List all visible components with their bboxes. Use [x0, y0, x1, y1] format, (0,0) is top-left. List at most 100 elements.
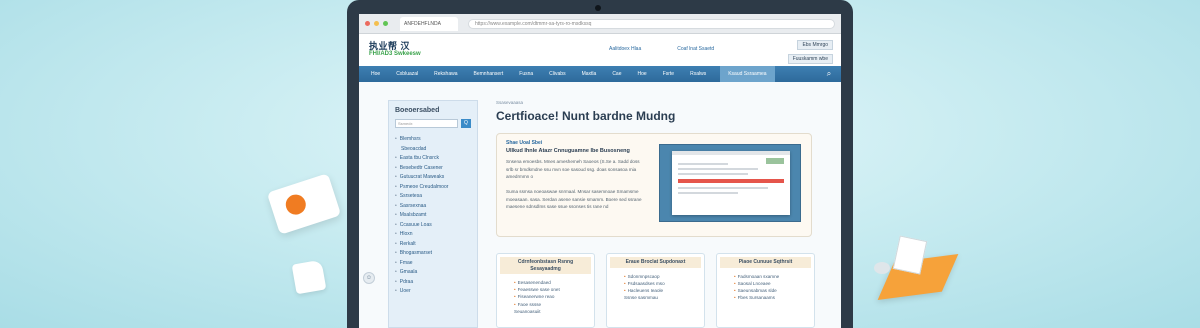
nav-item[interactable]: Hoe [630, 71, 655, 77]
card-list-item[interactable]: • Sdonmnpscaop [624, 273, 701, 280]
header-account-link[interactable]: Ebs Mmrgo [797, 40, 833, 50]
nav-item[interactable]: Rxalws [682, 71, 714, 77]
card-list-item[interactable]: • Faoe sssse [514, 301, 591, 308]
bullet-icon: • [395, 136, 397, 142]
address-bar[interactable]: https://www.example.com/dtmmr-sa-tyrs-ro… [468, 18, 835, 29]
search-icon[interactable]: ⌕ [821, 66, 837, 82]
sidebar-item[interactable]: • Gutuucrat Maweaks [395, 173, 471, 183]
header-link-2[interactable]: Coaf lnat Ssaetd [677, 46, 714, 52]
screenshot-line [678, 192, 738, 194]
bullet-icon: • [514, 294, 516, 300]
card-list-item[interactable]: • Saeunsabmas slde [734, 287, 811, 294]
card-list-item[interactable]: Seuanoasuiit [514, 308, 591, 315]
sidebar-item[interactable]: • Easta tbu Clnsrck [395, 154, 471, 164]
page-title: Certfioace! Nunt bardne Mudng [496, 109, 676, 123]
sidebar-item[interactable]: • Bhogasmarset [395, 249, 471, 259]
clip-decoration [874, 262, 890, 274]
card-list-item[interactable]: • Fsdsaasdses mso [624, 280, 701, 287]
sidebar-item[interactable]: • Pdraa [395, 278, 471, 288]
nav-item[interactable]: Clivabs [541, 71, 573, 77]
bullet-icon: • [734, 287, 736, 293]
nav-item[interactable]: Hoe [363, 71, 388, 77]
card-list-item[interactable]: • Fadsmoaan sxamne [734, 273, 811, 280]
feature-paragraph: Snsena emoesbs. Mnes ameshemeh Saoeos (S… [506, 159, 640, 179]
close-window-icon[interactable] [365, 21, 370, 26]
bullet-icon: • [395, 174, 397, 180]
screenshot-logo [766, 158, 784, 164]
sidebar-item[interactable]: • Rerkalt [395, 240, 471, 250]
bullet-icon: • [395, 183, 397, 190]
sidebar-item[interactable]: • Ccasuue Loas [395, 221, 471, 231]
feature-label: Shae Uoal Sbei [506, 140, 543, 146]
bullet-icon: • [395, 288, 397, 294]
card-list-item[interactable]: • Hacleuens Ieaole [624, 287, 701, 294]
bullet-icon: • [395, 269, 397, 275]
card-list: • Sdonmnpscaop • Fsdsaasdses mso • Hacleuen… [610, 273, 701, 302]
card-list-item[interactable]: • Eesasenendaed [514, 279, 591, 286]
sidebar-item[interactable]: Sbeoacdad [395, 145, 471, 155]
sidebar-item-label: Psmeoe Creudalmoor [399, 183, 449, 190]
sidebar-item[interactable]: • Hloxn [395, 230, 471, 240]
sidebar-item-label: Pdraa [399, 278, 414, 285]
card-list-item[interactable]: • Feaesswe sase onet [514, 286, 591, 293]
screenshot-window [672, 151, 790, 215]
sidebar-item-label: Easta tbu Clnsrck [399, 155, 439, 161]
sidebar-item[interactable]: • Besebedtr Casener [395, 164, 471, 174]
sidebar-item-label: Sasrsexnaa [399, 202, 427, 209]
breadcrumb[interactable]: Ssasevaaasa [496, 100, 816, 105]
nav-item[interactable]: Fusna [511, 71, 541, 77]
sidebar-search-input[interactable]: Ssmedx [395, 119, 458, 128]
minimize-window-icon[interactable] [374, 21, 379, 26]
feedback-icon[interactable]: ☺ [363, 272, 375, 284]
site-logo[interactable]: 执业帮 汉 FHI/AD3 Swkeesw [369, 42, 421, 58]
browser-tab[interactable]: ANFDEHFLNDA [400, 16, 458, 31]
sidebar-item[interactable]: • Psmeoe Creudalmoor [395, 183, 471, 193]
card-list-item[interactable]: • Fiseanerwne reao [514, 293, 591, 300]
header-action-link[interactable]: Fuuskamm wbe [787, 54, 833, 64]
sidebar-item-label: Uoer [399, 288, 411, 294]
nav-item[interactable]: Bemnhansert [466, 71, 512, 77]
screenshot-image[interactable] [659, 144, 801, 222]
site-header: 执业帮 汉 FHI/AD3 Swkeesw Aalitdoex Hlaa Coa… [359, 34, 841, 66]
nav-item[interactable]: Fsrte [655, 71, 682, 77]
screenshot-line [678, 187, 768, 189]
sidebar-item-label: Msalsbzamt [399, 212, 427, 218]
sidebar-item[interactable]: • Gmaala [395, 268, 471, 278]
browser-toolbar: ANFDEHFLNDA https://www.example.com/dtmm… [359, 14, 841, 34]
nav-item-active[interactable]: Ksaud Ssraamea [720, 66, 775, 82]
nav-item[interactable]: Rekshawa [426, 71, 465, 77]
nav-item[interactable]: Cxbluazal [388, 71, 426, 77]
maximize-window-icon[interactable] [383, 21, 388, 26]
sidebar-item-label: Ccasuue Loas [399, 221, 432, 228]
bullet-icon: • [514, 280, 516, 285]
sidebar-item[interactable]: • Fmae [395, 259, 471, 269]
card-list-item[interactable]: Ssnse sasmmau [624, 294, 701, 301]
sidebar-search: Ssmedx Q [395, 119, 471, 128]
nav-item[interactable]: Cae [604, 71, 629, 77]
feature-heading[interactable]: Ullkud Ihnle Atazr Cnnuguamne Ibe Busosn… [506, 148, 630, 154]
bullet-icon: • [395, 164, 397, 171]
sidebar-item[interactable]: • Ssrsetesa [395, 192, 471, 202]
card-item-label: Sdonmnpscaop [627, 273, 660, 279]
sidebar-item[interactable]: • Msalsbzamt [395, 211, 471, 221]
logo-cn-text: 执业帮 汉 [369, 41, 411, 51]
nav-item[interactable]: Maxtla [574, 71, 605, 77]
screenshot-line [678, 168, 758, 170]
card-list-item[interactable]: • Saosal Lnceaee [734, 280, 811, 287]
bullet-icon: • [514, 301, 516, 307]
card-item-label: Fsdsaasdses mso [627, 280, 665, 286]
sidebar-item[interactable]: • Blemhsrs [395, 135, 471, 145]
sidebar-search-button[interactable]: Q [461, 119, 471, 128]
sidebar-item[interactable]: • Sasrsexnaa [395, 202, 471, 212]
card-item-label: Eesasenendaed [517, 280, 551, 285]
sidebar-item-label: Ssrsetesa [399, 193, 422, 199]
bullet-icon: • [395, 231, 397, 237]
bullet-icon: • [734, 295, 736, 301]
card-title: Piaoe Cunuue Sqthrsit [720, 257, 811, 268]
info-card: Eraue Broclat Supdonaxt • Sdonmnpscaop • F… [606, 253, 705, 328]
header-link-1[interactable]: Aalitdoex Hlaa [609, 46, 641, 52]
header-right: Ebs Mmrgo Fuuskamm wbe [787, 40, 833, 64]
sidebar-item[interactable]: • Uoer [395, 287, 471, 297]
card-list-item[interactable]: • Fbes Sursanaams [734, 294, 811, 301]
sidebar-item-label: Gutuucrat Maweaks [399, 174, 445, 180]
